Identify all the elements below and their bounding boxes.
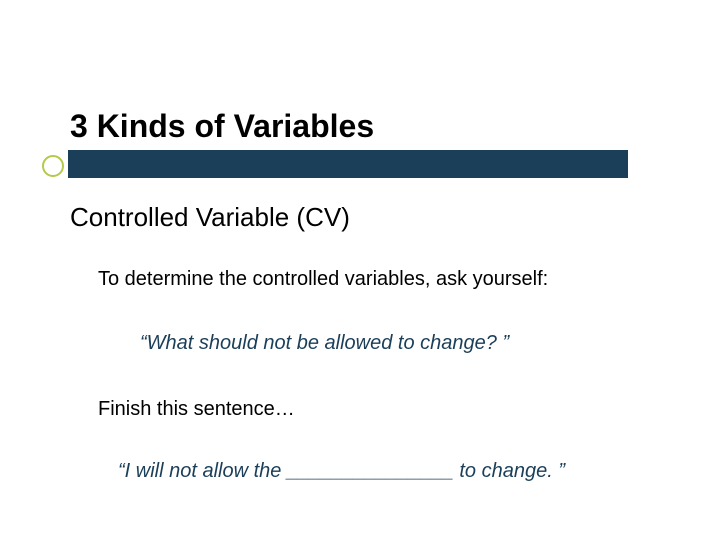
quote-text-2: “I will not allow the _______________ to… — [118, 460, 565, 483]
slide-subtitle: Controlled Variable (CV) — [70, 202, 350, 233]
body-text-1: To determine the controlled variables, a… — [98, 268, 548, 291]
quote-text-1: “What should not be allowed to change? ” — [140, 332, 509, 355]
title-underline-bar — [68, 150, 628, 178]
slide-title: 3 Kinds of Variables — [70, 108, 374, 145]
slide: 3 Kinds of Variables Controlled Variable… — [0, 0, 720, 540]
bullet-ring-icon — [42, 155, 64, 177]
body-text-2: Finish this sentence… — [98, 398, 295, 421]
